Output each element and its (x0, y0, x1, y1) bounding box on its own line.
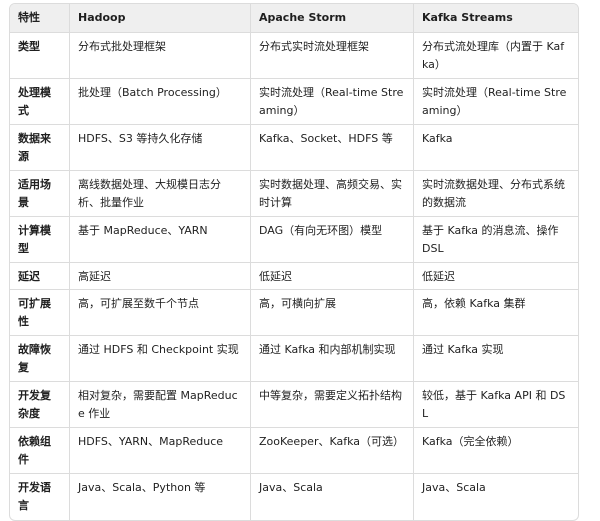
table-row: 依赖组件 HDFS、YARN、MapReduce ZooKeeper、Kafka… (10, 428, 578, 474)
cell-kafka-streams: Java、Scala (422, 481, 486, 494)
cell-kafka-streams: 分布式流处理库（内置于 Kafka） (414, 33, 578, 79)
cell-hadoop: 高，可扩展至数千个节点 (70, 290, 251, 336)
cell-hadoop: Java、Scala、Python 等 (70, 474, 251, 520)
cell-hadoop: 高延迟 (70, 263, 251, 290)
table-row: 延迟 高延迟 低延迟 低延迟 (10, 263, 578, 290)
table-row: 适用场景 离线数据处理、大规模日志分析、批量作业 实时数据处理、高频交易、实时计… (10, 171, 578, 217)
table-row: 数据来源 HDFS、S3 等持久化存储 Kafka、Socket、HDFS 等 … (10, 125, 578, 171)
cell-storm: 实时流处理（Real-time Streaming） (251, 79, 414, 125)
cell-kafka-streams: 较低，基于 Kafka API 和 DSL (414, 382, 578, 428)
header-feature: 特性 (10, 4, 70, 33)
cell-hadoop: 相对复杂，需要配置 MapReduce 作业 (70, 382, 251, 428)
cell-hadoop: 分布式批处理框架 (70, 33, 251, 79)
row-label: 处理模式 (10, 79, 70, 125)
row-label: 类型 (10, 33, 70, 79)
cell-kafka-streams: 通过 Kafka 实现 (414, 336, 578, 382)
table-row: 类型 分布式批处理框架 分布式实时流处理框架 分布式流处理库（内置于 Kafka… (10, 33, 578, 79)
table-row: 可扩展性 高，可扩展至数千个节点 高，可横向扩展 高，依赖 Kafka 集群 (10, 290, 578, 336)
cell-kafka-streams: 基于 Kafka 的消息流、操作 DSL (414, 217, 578, 263)
cell-storm: 通过 Kafka 和内部机制实现 (251, 336, 414, 382)
cell-hadoop: 批处理（Batch Processing） (70, 79, 251, 125)
row-label: 开发语言 (10, 474, 70, 520)
cell-storm: Java、Scala (251, 474, 414, 520)
header-hadoop: Hadoop (70, 4, 251, 33)
row-label: 计算模型 (10, 217, 70, 263)
cell-kafka-streams: 高，依赖 Kafka 集群 (414, 290, 578, 336)
cell-kafka-streams: 低延迟 (414, 263, 578, 290)
table-row: 处理模式 批处理（Batch Processing） 实时流处理（Real-ti… (10, 79, 578, 125)
cell-hadoop: HDFS、YARN、MapReduce (70, 428, 251, 474)
cell-storm: ZooKeeper、Kafka（可选） (251, 428, 414, 474)
cell-kafka-streams: 实时流处理（Real-time Streaming） (414, 79, 578, 125)
row-label: 适用场景 (10, 171, 70, 217)
row-label: 可扩展性 (10, 290, 70, 336)
row-label: 延迟 (10, 263, 70, 290)
cell-hadoop: 通过 HDFS 和 Checkpoint 实现 (70, 336, 251, 382)
cell-hadoop: 离线数据处理、大规模日志分析、批量作业 (70, 171, 251, 217)
cell-storm: 实时数据处理、高频交易、实时计算 (251, 171, 414, 217)
row-label: 开发复杂度 (10, 382, 70, 428)
cell-storm: 分布式实时流处理框架 (251, 33, 414, 79)
table-body: 类型 分布式批处理框架 分布式实时流处理框架 分布式流处理库（内置于 Kafka… (10, 33, 578, 520)
table-row: 故障恢复 通过 HDFS 和 Checkpoint 实现 通过 Kafka 和内… (10, 336, 578, 382)
cell-storm: 低延迟 (251, 263, 414, 290)
cell-kafka-streams: Kafka（完全依赖） (414, 428, 578, 474)
cell-storm: DAG（有向无环图）模型 (251, 217, 414, 263)
row-label: 故障恢复 (10, 336, 70, 382)
row-label: 依赖组件 (10, 428, 70, 474)
table-row: 计算模型 基于 MapReduce、YARN DAG（有向无环图）模型 基于 K… (10, 217, 578, 263)
table-row: 开发复杂度 相对复杂，需要配置 MapReduce 作业 中等复杂，需要定义拓扑… (10, 382, 578, 428)
cell-storm: 中等复杂，需要定义拓扑结构 (251, 382, 414, 428)
header-row: 特性 Hadoop Apache Storm Kafka Streams (10, 4, 578, 33)
comparison-table-container: 特性 Hadoop Apache Storm Kafka Streams 类型 … (9, 3, 579, 521)
comparison-table: 特性 Hadoop Apache Storm Kafka Streams 类型 … (9, 3, 579, 521)
row-label: 数据来源 (10, 125, 70, 171)
header-kafka-streams: Kafka Streams (414, 4, 578, 33)
cell-hadoop: 基于 MapReduce、YARN (70, 217, 251, 263)
cell-storm: Kafka、Socket、HDFS 等 (251, 125, 414, 171)
header-apache-storm: Apache Storm (251, 4, 414, 33)
table-row: 开发语言 Java、Scala、Python 等 Java、Scala Java… (10, 474, 578, 520)
cell-kafka-streams: Kafka (414, 125, 578, 171)
cell-hadoop: HDFS、S3 等持久化存储 (70, 125, 251, 171)
cell-kafka-streams: 实时流数据处理、分布式系统的数据流 (414, 171, 578, 217)
cell-storm: 高，可横向扩展 (251, 290, 414, 336)
table-header: 特性 Hadoop Apache Storm Kafka Streams (10, 4, 578, 33)
